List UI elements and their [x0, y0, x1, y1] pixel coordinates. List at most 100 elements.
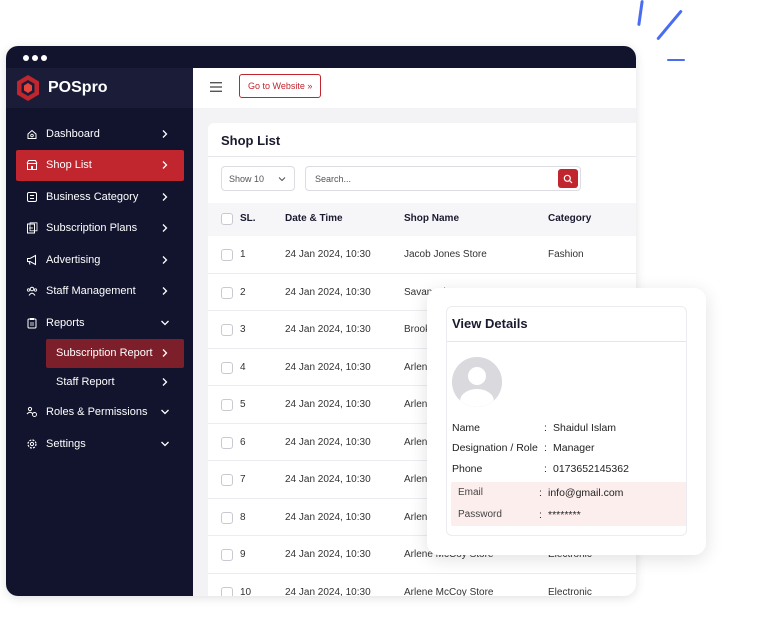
sidebar-item-roles-permissions[interactable]: Roles & Permissions — [16, 397, 184, 429]
detail-separator: : — [544, 422, 547, 434]
row-checkbox[interactable] — [221, 286, 233, 299]
divider — [208, 156, 636, 157]
sidebar-item-shop-list[interactable]: Shop List — [16, 149, 184, 181]
divider — [447, 341, 686, 342]
row-checkbox[interactable] — [221, 511, 233, 524]
sidebar-item-dashboard[interactable]: Dashboard — [16, 118, 184, 150]
search-button[interactable] — [558, 169, 578, 188]
window-dot[interactable] — [41, 55, 47, 61]
detail-value: info@gmail.com — [548, 487, 624, 499]
decorative-stroke — [667, 59, 685, 61]
popup-title: View Details — [452, 316, 528, 331]
chevron-down-icon — [161, 441, 169, 447]
search-input[interactable]: Search... — [305, 166, 581, 191]
chevron-down-icon — [161, 320, 169, 326]
sidebar-item-label: Subscription Plans — [46, 222, 138, 235]
sidebar-item-label: Shop List — [46, 159, 92, 172]
cell-date: 24 Jan 2024, 10:30 — [285, 399, 371, 410]
sidebar-item-advertising[interactable]: Advertising — [16, 244, 184, 276]
brand[interactable]: POSpro — [6, 68, 193, 108]
sidebar-item-subscription-plans[interactable]: Subscription Plans — [16, 213, 184, 245]
sidebar-item-label: Settings — [46, 437, 86, 450]
megaphone-icon — [27, 254, 36, 266]
sidebar-item-label: Roles & Permissions — [46, 406, 148, 419]
cell-category: Electronic — [548, 586, 592, 597]
sidebar-item-staff-management[interactable]: Staff Management — [16, 276, 184, 308]
show-entries-select[interactable]: Show 10 — [221, 166, 295, 191]
sidebar-item-staff-report[interactable]: Staff Report — [46, 368, 184, 397]
gear-icon — [27, 439, 37, 449]
row-checkbox[interactable] — [221, 399, 233, 411]
column-header: SL. — [240, 213, 256, 224]
detail-label: Designation / Role — [452, 442, 538, 454]
decorative-stroke — [656, 9, 683, 41]
row-checkbox[interactable] — [221, 436, 233, 449]
detail-value: Shaidul Islam — [553, 422, 617, 434]
chevron-right-icon — [162, 129, 168, 138]
chevron-right-icon — [162, 255, 168, 264]
sidebar-item-label: Dashboard — [46, 127, 100, 140]
sidebar-item-reports[interactable]: Reports — [16, 307, 184, 339]
cell-date: 24 Jan 2024, 10:30 — [285, 286, 371, 298]
sidebar: POSpro Dashboard Shop List Business Catego… — [6, 68, 193, 596]
go-to-website-button[interactable]: Go to Website » — [239, 74, 322, 98]
cell-category: Fashion — [548, 249, 584, 260]
row-checkbox[interactable] — [221, 249, 233, 261]
cell-sl: 5 — [240, 399, 246, 410]
cell-sl: 6 — [240, 436, 246, 448]
sidebar-item-business-category[interactable]: Business Category — [16, 181, 184, 213]
row-checkbox[interactable] — [221, 549, 233, 561]
column-header: Date & Time — [285, 213, 343, 224]
cell-sl: 9 — [240, 549, 246, 560]
detail-separator: : — [539, 487, 542, 499]
cell-date: 24 Jan 2024, 10:30 — [285, 249, 371, 260]
chevron-right-icon — [162, 161, 168, 170]
cell-sl: 1 — [240, 249, 246, 260]
chevron-right-icon — [162, 378, 168, 386]
sidebar-item-label: Advertising — [46, 253, 101, 266]
row-checkbox[interactable] — [221, 474, 233, 486]
detail-separator: : — [539, 509, 542, 521]
window-dot[interactable] — [32, 55, 38, 61]
chevron-right-icon — [162, 224, 168, 233]
chevron-right-icon — [162, 192, 168, 201]
hamburger-icon[interactable] — [210, 82, 222, 92]
column-header: Category — [548, 213, 592, 224]
cell-sl: 7 — [240, 474, 246, 485]
chevron-down-icon — [278, 177, 286, 182]
cell-date: 24 Jan 2024, 10:30 — [285, 324, 371, 335]
cell-date: 24 Jan 2024, 10:30 — [285, 361, 371, 373]
row-checkbox[interactable] — [221, 324, 233, 336]
window-dots — [23, 55, 47, 61]
plans-icon — [27, 222, 38, 234]
detail-label: Name — [452, 422, 481, 434]
cell-sl: 4 — [240, 361, 246, 373]
user-avatar-icon — [452, 357, 502, 407]
clipboard-icon — [27, 317, 37, 329]
detail-separator: : — [544, 463, 547, 475]
cell-shop: Arlene McCoy Store — [404, 586, 494, 597]
sidebar-nav: Dashboard Shop List Business Category Subsc… — [16, 118, 184, 460]
cell-sl: 8 — [240, 511, 246, 523]
sidebar-item-settings[interactable]: Settings — [16, 428, 184, 460]
topbar: Go to Website » — [193, 68, 636, 108]
store-icon — [26, 160, 38, 171]
cell-date: 24 Jan 2024, 10:30 — [285, 549, 371, 560]
detail-value: ******** — [548, 509, 581, 521]
sidebar-item-subscription-report[interactable]: Subscription Report — [46, 338, 184, 368]
sidebar-item-label: Staff Management — [46, 285, 136, 298]
decorative-stroke — [637, 0, 644, 27]
search-placeholder: Search... — [315, 173, 352, 184]
detail-label: Email — [458, 487, 484, 498]
cell-date: 24 Jan 2024, 10:30 — [285, 474, 371, 485]
row-checkbox[interactable] — [221, 586, 233, 596]
row-checkbox[interactable] — [221, 361, 233, 374]
category-icon — [27, 191, 37, 202]
cell-shop: Jacob Jones Store — [404, 249, 487, 260]
select-all-checkbox[interactable] — [221, 213, 233, 225]
table-row[interactable]: 10 24 Jan 2024, 10:30 Arlene McCoy Store El… — [208, 574, 636, 597]
detail-label: Phone — [452, 463, 483, 475]
window-dot[interactable] — [23, 55, 29, 61]
table-row[interactable]: 1 24 Jan 2024, 10:30 Jacob Jones Store Fash… — [208, 236, 636, 274]
cell-date: 24 Jan 2024, 10:30 — [285, 511, 371, 523]
